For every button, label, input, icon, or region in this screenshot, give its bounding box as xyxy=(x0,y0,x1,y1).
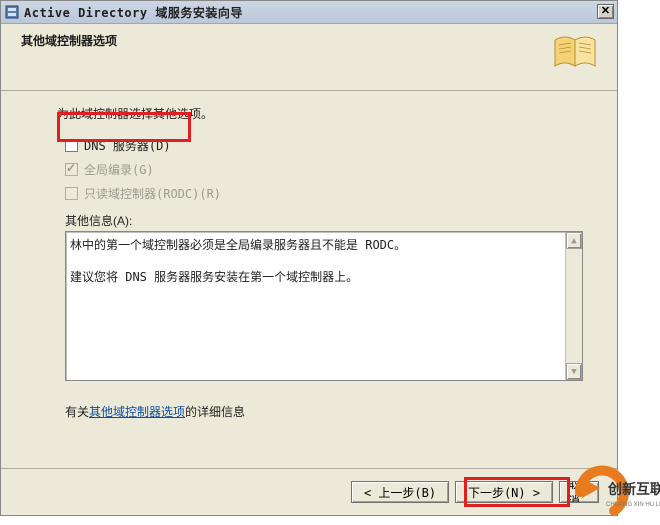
next-button[interactable]: 下一步(N) > xyxy=(455,481,553,503)
info-line-2: 建议您将 DNS 服务器服务安装在第一个域控制器上。 xyxy=(70,268,562,286)
scrollbar[interactable]: ▲ ▼ xyxy=(565,232,582,380)
wizard-footer: < 上一步(B) 下一步(N) > 取消 xyxy=(1,468,617,515)
more-info-link[interactable]: 其他域控制器选项 xyxy=(89,405,185,419)
more-suffix: 的详细信息 xyxy=(185,405,245,419)
scroll-down-button[interactable]: ▼ xyxy=(566,363,582,380)
info-line-1: 林中的第一个域控制器必须是全局编录服务器且不能是 RODC。 xyxy=(70,236,562,254)
rodc-checkbox xyxy=(65,187,78,200)
dns-checkbox[interactable] xyxy=(65,139,78,152)
wizard-window: Active Directory 域服务安装向导 ✕ 其他域控制器选项 为此域控… xyxy=(0,0,618,516)
scroll-up-button[interactable]: ▲ xyxy=(566,232,582,249)
more-info-row: 有关其他域控制器选项的详细信息 xyxy=(65,403,617,420)
rodc-checkbox-label: 只读域控制器(RODC)(R) xyxy=(84,185,221,202)
banner-book-icon xyxy=(553,32,599,72)
close-icon: ✕ xyxy=(601,6,610,17)
close-button[interactable]: ✕ xyxy=(597,4,614,19)
cancel-button[interactable]: 取消 xyxy=(559,481,599,503)
option-dns-row[interactable]: DNS 服务器(D) xyxy=(65,136,617,154)
wizard-body: 为此域控制器选择其他选项。 DNS 服务器(D) 全局编录(G) 只读域控制器(… xyxy=(1,91,617,420)
app-icon xyxy=(5,5,19,19)
option-rodc-row: 只读域控制器(RODC)(R) xyxy=(65,184,617,202)
gc-checkbox-label: 全局编录(G) xyxy=(84,161,154,178)
wizard-header: 其他域控制器选项 xyxy=(1,24,617,91)
more-prefix: 有关 xyxy=(65,405,89,419)
window-title: Active Directory 域服务安装向导 xyxy=(24,4,243,21)
scroll-track[interactable] xyxy=(566,249,582,363)
back-button[interactable]: < 上一步(B) xyxy=(351,481,449,503)
page-heading: 其他域控制器选项 xyxy=(21,32,617,49)
gc-checkbox xyxy=(65,163,78,176)
dns-checkbox-label: DNS 服务器(D) xyxy=(84,137,171,154)
instruction-text: 为此域控制器选择其他选项。 xyxy=(57,105,617,122)
titlebar: Active Directory 域服务安装向导 ✕ xyxy=(1,1,617,24)
info-textbox[interactable]: 林中的第一个域控制器必须是全局编录服务器且不能是 RODC。 建议您将 DNS … xyxy=(65,231,583,381)
info-label: 其他信息(A): xyxy=(65,212,617,229)
option-gc-row: 全局编录(G) xyxy=(65,160,617,178)
